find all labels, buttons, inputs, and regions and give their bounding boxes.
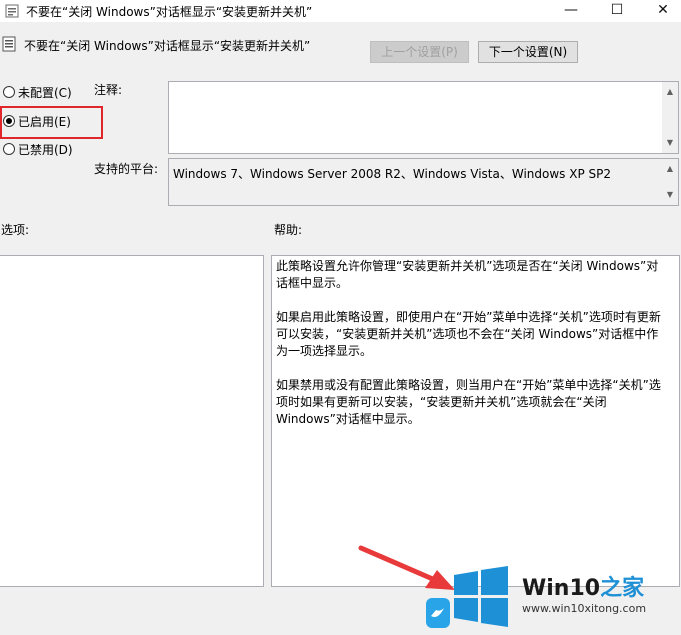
radio-disabled[interactable]: 已禁用(D) [3,140,73,158]
scroll-down-icon[interactable]: ▼ [662,187,678,203]
watermark-url: www.win10xitong.com [522,602,647,615]
help-text: 此策略设置允许你管理“安装更新并关机”选项是否在“关闭 Windows”对话框中… [276,259,661,426]
radio-not-configured[interactable]: 未配置(C) [3,83,72,101]
windows-logo-icon [454,566,508,627]
help-panel: 此策略设置允许你管理“安装更新并关机”选项是否在“关闭 Windows”对话框中… [271,255,680,587]
window-title: 不要在“关闭 Windows”对话框显示“安装更新并关机” [26,5,313,19]
options-label: 选项: [1,223,30,237]
comment-textarea[interactable]: ▲ ▼ [168,81,679,154]
platform-field: Windows 7、Windows Server 2008 R2、Windows… [168,158,679,206]
scroll-down-icon[interactable]: ▼ [662,135,678,151]
title-bar: 不要在“关闭 Windows”对话框显示“安装更新并关机” — ☐ ✕ [0,0,681,22]
watermark-brand-suffix: 之家 [600,576,645,601]
options-panel [0,255,264,587]
platform-scrollbar[interactable]: ▲ ▼ [662,159,678,205]
minimize-button[interactable]: — [549,0,593,22]
radio-not-configured-circle[interactable] [3,86,15,98]
policy-title: 不要在“关闭 Windows”对话框显示“安装更新并关机” [24,39,311,53]
comment-label: 注释: [94,83,123,97]
next-setting-button[interactable]: 下一个设置(N) [478,41,578,63]
policy-icon [5,4,19,18]
policy-setting-icon [2,36,16,52]
maximize-button[interactable]: ☐ [595,0,639,22]
radio-disabled-circle[interactable] [3,143,15,155]
watermark-brand: Win10之家 [522,570,644,602]
help-label: 帮助: [274,223,303,237]
scroll-up-icon[interactable]: ▲ [662,84,678,100]
watermark: Win10之家 www.win10xitong.com [426,560,681,635]
platform-value: Windows 7、Windows Server 2008 R2、Windows… [173,167,612,181]
close-button[interactable]: ✕ [641,0,681,22]
platform-label: 支持的平台: [94,162,159,176]
twitter-bird-icon [426,598,450,628]
comment-scrollbar[interactable]: ▲ ▼ [662,82,678,153]
radio-disabled-label: 已禁用(D) [18,142,73,157]
previous-setting-button[interactable]: 上一个设置(P) [370,41,469,63]
watermark-brand-name: Win10 [522,576,601,601]
highlight-annotation-box [0,106,103,139]
radio-not-configured-label: 未配置(C) [18,85,72,100]
scroll-up-icon[interactable]: ▲ [662,161,678,177]
